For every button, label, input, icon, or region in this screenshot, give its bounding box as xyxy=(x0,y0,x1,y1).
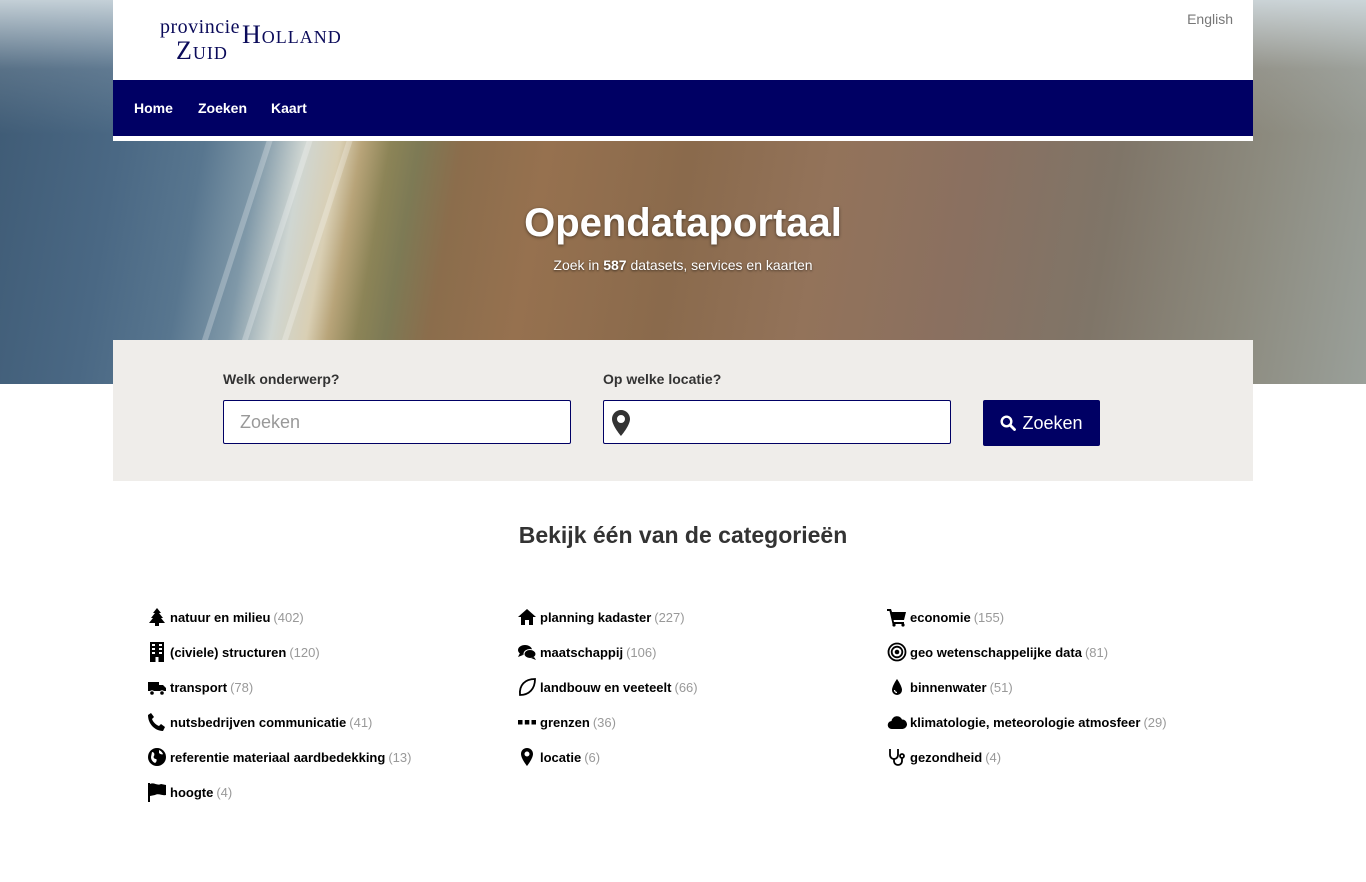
category-grenzen[interactable]: grenzen (36) xyxy=(516,711,616,733)
drop-icon xyxy=(886,676,908,698)
logo-text-zuid: Zuid xyxy=(176,36,228,65)
location-label: Op welke locatie? xyxy=(603,371,722,387)
categories-heading: Bekijk één van de categorieën xyxy=(518,522,848,548)
subject-field xyxy=(223,400,571,444)
category-label: nutsbedrijven communicatie xyxy=(170,714,347,730)
province-logo[interactable]: provincie Zuid Holland xyxy=(160,16,365,65)
category-count: (78) xyxy=(230,679,254,695)
leaf-icon xyxy=(516,676,538,698)
category-count: (402) xyxy=(273,609,304,625)
location-field xyxy=(603,400,951,444)
category-label: geo wetenschappelijke data xyxy=(910,644,1082,660)
tree-icon xyxy=(146,606,168,628)
category-geo-wetenschappelijke-data[interactable]: geo wetenschappelijke data (81) xyxy=(886,641,1108,663)
category-count: (81) xyxy=(1084,644,1109,660)
category-label: hoogte xyxy=(170,784,214,800)
category-gezondheid[interactable]: gezondheid (4) xyxy=(886,746,1001,768)
subtitle-suffix: datasets, services en kaarten xyxy=(630,257,813,273)
nav-item-home[interactable]: Home xyxy=(134,100,173,116)
site-header: provincie Zuid Holland English xyxy=(113,0,1253,80)
category-label: locatie xyxy=(540,749,582,765)
search-button-label: Zoeken xyxy=(1022,412,1083,433)
globe-icon xyxy=(146,746,168,768)
category-count: (66) xyxy=(674,679,698,695)
home-icon xyxy=(516,606,538,628)
category-binnenwater[interactable]: binnenwater (51) xyxy=(886,676,1013,698)
category-label: landbouw en veeteelt xyxy=(540,679,672,695)
category-hoogte[interactable]: hoogte (4) xyxy=(146,781,232,803)
category-count: (6) xyxy=(584,749,601,765)
map-marker-icon xyxy=(516,746,538,768)
category-label: transport xyxy=(170,679,228,695)
category-count: (227) xyxy=(654,609,685,625)
truck-icon xyxy=(146,676,168,698)
category-count: (51) xyxy=(989,679,1013,695)
category-economie[interactable]: economie (155) xyxy=(886,606,1004,628)
category-nutsbedrijven-communicatie[interactable]: nutsbedrijven communicatie (41) xyxy=(146,711,372,733)
category-count: (4) xyxy=(985,749,1002,765)
search-icon xyxy=(1000,415,1017,431)
language-link-english[interactable]: English xyxy=(1187,11,1233,27)
nav-item-kaart[interactable]: Kaart xyxy=(271,100,307,116)
category-label: gezondheid xyxy=(910,749,983,765)
category-maatschappij[interactable]: maatschappij (106) xyxy=(516,641,656,663)
category-planning-kadaster[interactable]: planning kadaster (227) xyxy=(516,606,685,628)
category-natuur-en-milieu[interactable]: natuur en milieu (402) xyxy=(146,606,304,628)
category-label: economie xyxy=(910,609,971,625)
category-label: natuur en milieu xyxy=(170,609,271,625)
category-label: maatschappij xyxy=(540,644,624,660)
map-marker-icon xyxy=(612,410,630,436)
category-label: klimatologie, meteorologie atmosfeer xyxy=(910,714,1141,730)
page-title: Opendataportaal xyxy=(524,201,842,245)
category-count: (155) xyxy=(973,609,1005,625)
subject-search-input[interactable] xyxy=(224,401,570,443)
dataset-count: 587 xyxy=(603,257,627,273)
building-icon xyxy=(146,641,168,663)
search-button[interactable]: Zoeken xyxy=(983,400,1100,446)
stethoscope-icon xyxy=(886,746,908,768)
dots-icon xyxy=(516,711,538,733)
search-panel: Welk onderwerp? Op welke locatie? Zoeken xyxy=(113,340,1253,481)
phone-icon xyxy=(146,711,168,733)
cloud-icon xyxy=(886,711,908,733)
logo-text-holland: Holland xyxy=(242,20,342,49)
category-transport[interactable]: transport (78) xyxy=(146,676,253,698)
main-navigation: Home Zoeken Kaart xyxy=(113,80,1253,141)
category-count: (29) xyxy=(1143,714,1167,730)
subject-label: Welk onderwerp? xyxy=(223,371,340,387)
category-landbouw-en-veeteelt[interactable]: landbouw en veeteelt (66) xyxy=(516,676,698,698)
category-count: (120) xyxy=(289,644,320,660)
flag-icon xyxy=(146,781,168,803)
comments-icon xyxy=(516,641,538,663)
target-icon xyxy=(886,641,908,663)
category-locatie[interactable]: locatie (6) xyxy=(516,746,600,768)
category-count: (41) xyxy=(349,714,373,730)
category-count: (36) xyxy=(592,714,616,730)
nav-item-zoeken[interactable]: Zoeken xyxy=(198,100,247,116)
category-count: (13) xyxy=(388,749,412,765)
subtitle-prefix: Zoek in xyxy=(553,257,600,273)
category-count: (4) xyxy=(216,784,233,800)
category-klimatologie[interactable]: klimatologie, meteorologie atmosfeer (29… xyxy=(886,711,1167,733)
category-label: referentie materiaal aardbedekking xyxy=(170,749,386,765)
location-input[interactable] xyxy=(604,401,950,443)
hero-subtitle: Zoek in 587 datasets, services en kaarte… xyxy=(113,257,1253,273)
category-civiele-structuren[interactable]: (civiele) structuren (120) xyxy=(146,641,320,663)
cart-icon xyxy=(886,606,908,628)
category-label: binnenwater xyxy=(910,679,987,695)
category-referentie-materiaal[interactable]: referentie materiaal aardbedekking (13) xyxy=(146,746,411,768)
category-count: (106) xyxy=(626,644,657,660)
category-label: (civiele) structuren xyxy=(170,644,287,660)
hero-banner: Opendataportaal Zoek in 587 datasets, se… xyxy=(113,141,1253,340)
category-label: grenzen xyxy=(540,714,590,730)
category-label: planning kadaster xyxy=(540,609,652,625)
